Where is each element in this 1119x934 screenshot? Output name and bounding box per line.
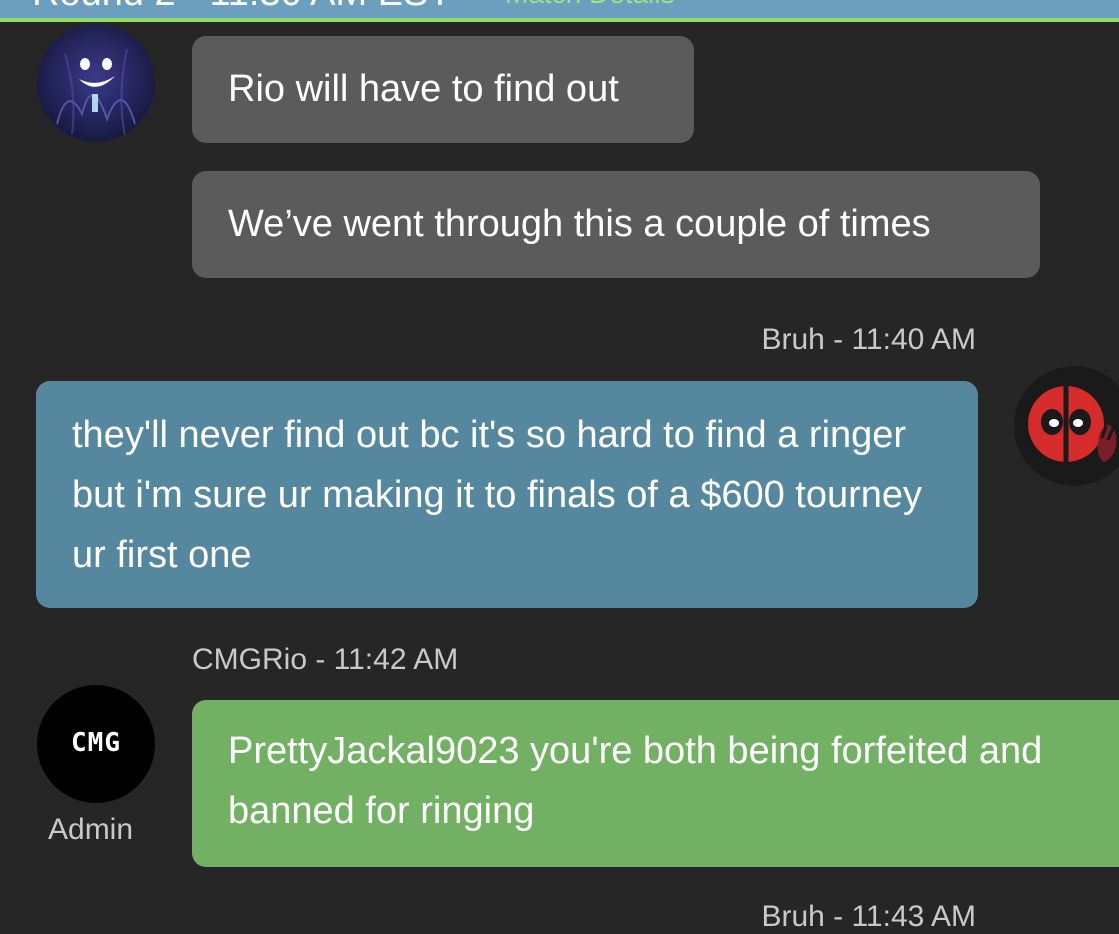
- message-bubble-2: We’ve went through this a couple of time…: [192, 171, 1040, 278]
- ghost-avatar-icon[interactable]: [37, 24, 155, 142]
- message-meta: CMGRio - 11:42 AM: [192, 643, 459, 676]
- message-text: Rio will have to find out: [228, 68, 619, 110]
- match-header: Round 2 - 11:30 AM EST Match Details: [0, 0, 1119, 22]
- cmg-logo: CMG: [71, 728, 121, 758]
- match-details-link[interactable]: Match Details: [505, 0, 675, 10]
- message-meta: Bruh - 11:40 AM: [761, 323, 976, 356]
- admin-role-label: Admin: [48, 813, 134, 846]
- message-text: they'll never find out bc it's so hard t…: [72, 414, 923, 576]
- message-text: PrettyJackal9023 you're both being forfe…: [228, 730, 1043, 832]
- message-bubble-4: PrettyJackal9023 you're both being forfe…: [192, 700, 1119, 867]
- message-meta: Bruh - 11:43 AM: [761, 900, 976, 933]
- message-text: We’ve went through this a couple of time…: [228, 203, 931, 245]
- cmg-avatar[interactable]: CMG: [37, 685, 155, 803]
- message-bubble-3: they'll never find out bc it's so hard t…: [36, 381, 978, 608]
- message-bubble-1: Rio will have to find out: [192, 36, 694, 143]
- round-title: Round 2 - 11:30 AM EST: [32, 0, 452, 15]
- deadpool-avatar-icon[interactable]: [1014, 366, 1119, 486]
